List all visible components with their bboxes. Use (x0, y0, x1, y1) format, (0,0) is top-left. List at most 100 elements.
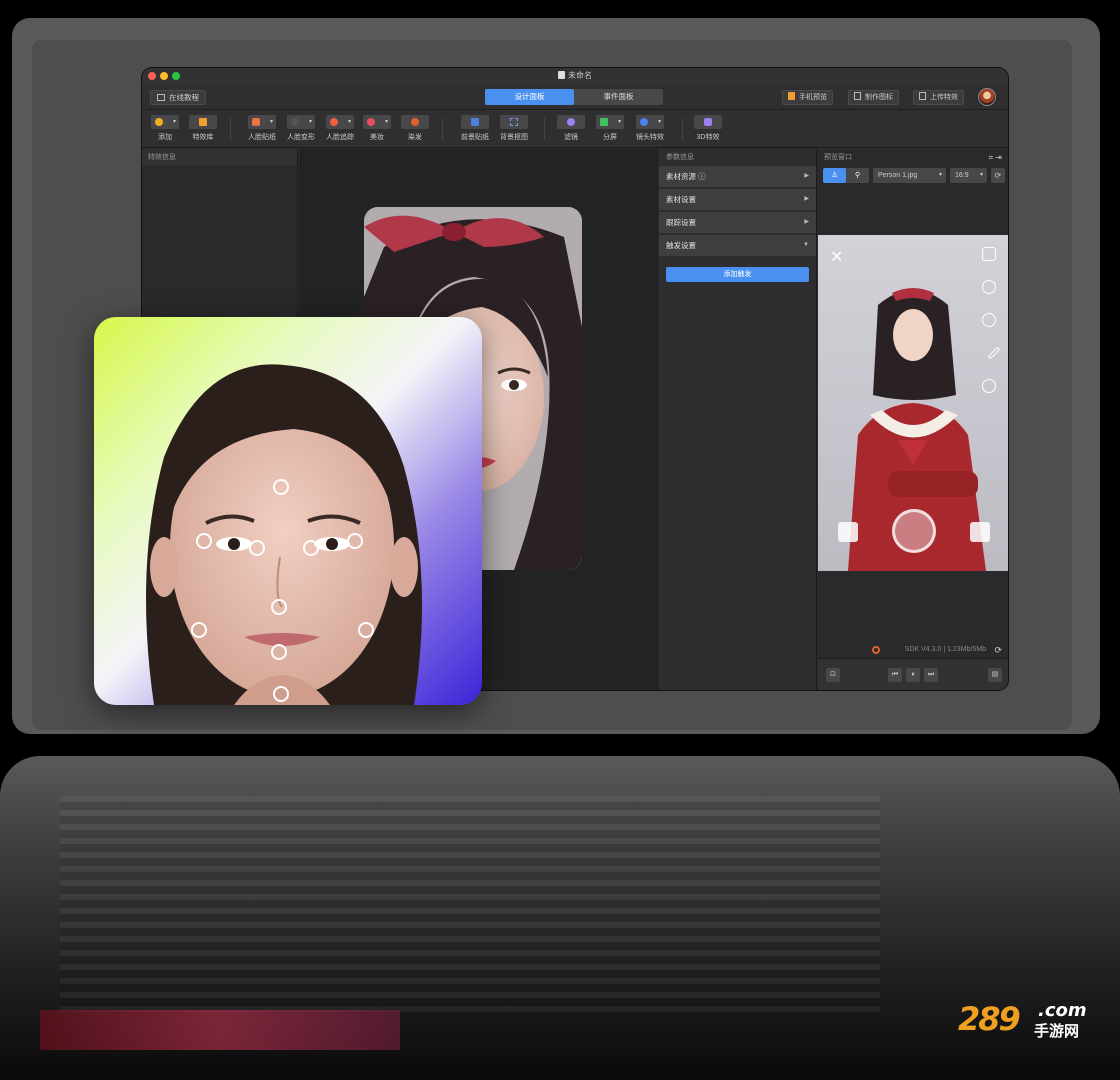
tab-design-panel[interactable]: 设计面板 (485, 89, 574, 105)
toolbar-divider (442, 118, 443, 140)
tool-face-deform[interactable]: ▾ 人脸变形 (284, 115, 318, 142)
gallery-thumbnail[interactable] (838, 522, 858, 542)
tab-event-panel[interactable]: 事件面板 (574, 89, 663, 105)
site-watermark-logo: 289 .com 手游网 (958, 1000, 1098, 1044)
landmark-nose[interactable] (271, 599, 287, 615)
document-icon (558, 71, 565, 79)
watermark-site-name: 手游网 (1034, 1022, 1080, 1040)
tool-foreground-sticker[interactable]: 前景贴纸 (458, 115, 492, 142)
upload-effect-button[interactable]: 上传特效 (913, 90, 964, 105)
landmark-left-cheek[interactable] (191, 622, 207, 638)
collapse-arrow-icon: ▼ (803, 242, 809, 248)
tool-hair-dye[interactable]: 染发 (400, 115, 430, 142)
tool-filter-label: 滤镜 (564, 134, 578, 141)
3d-effect-icon (704, 118, 712, 126)
tool-effect-library-label: 特效库 (192, 134, 214, 141)
preview-header: 预览窗口 ⌗ ⇥ (818, 149, 1008, 166)
person-icon[interactable]: ♙ (823, 168, 846, 183)
tool-makeup[interactable]: ▾ 美妆 (363, 115, 391, 142)
add-trigger-button[interactable]: 添加触发 (666, 267, 809, 282)
effects-thumbnail[interactable] (970, 522, 990, 542)
window-title-text: 未命名 (568, 71, 592, 80)
preview-header-label: 预览窗口 (824, 154, 852, 161)
image-icon (854, 92, 861, 100)
landmark-left-eye-inner[interactable] (249, 540, 265, 556)
refresh-icon[interactable]: ⟳ (991, 168, 1005, 183)
toolbar-divider (682, 118, 683, 140)
landmark-left-eye-outer[interactable] (196, 533, 212, 549)
tool-face-deform-label: 人脸变形 (287, 134, 315, 141)
preview-file-select[interactable]: Person 1.jpg ▾ (873, 168, 946, 183)
landmark-forehead[interactable] (273, 479, 289, 495)
landmark-chin[interactable] (273, 686, 289, 702)
stopwatch-icon[interactable] (982, 379, 996, 393)
face-landmark-card (94, 317, 482, 705)
tool-foreground-sticker-label: 前景贴纸 (461, 134, 489, 141)
location-pin-icon[interactable]: ⚲ (846, 168, 869, 183)
split-screen-icon (600, 118, 608, 126)
section-material-resources[interactable]: 素材资源 ⓘ ▶ (659, 166, 816, 187)
makeup-icon (367, 118, 375, 126)
tool-effect-library[interactable]: 特效库 (187, 115, 219, 142)
close-icon[interactable]: ✕ (830, 247, 843, 267)
face-landmark-illustration (146, 364, 422, 705)
tool-background-matting[interactable]: 背景抠图 (497, 115, 531, 142)
face-deform-icon (291, 118, 299, 126)
landmark-right-eye-inner[interactable] (303, 540, 319, 556)
preview-file-select-value: Person 1.jpg (878, 172, 918, 179)
previous-icon[interactable]: ⏮ (888, 668, 902, 682)
tool-filter[interactable]: 滤镜 (557, 115, 585, 142)
beauty-icon[interactable] (982, 313, 996, 327)
tool-split-screen-label: 分屏 (603, 134, 617, 141)
section-trigger-settings-label: 触发设置 (666, 241, 696, 250)
section-material-settings[interactable]: 素材设置 ▶ (659, 189, 816, 210)
phone-icon (788, 92, 795, 100)
add-icon (155, 118, 163, 126)
tool-add-label: 添加 (158, 134, 172, 141)
tool-background-matting-label: 背景抠图 (500, 134, 528, 141)
pause-icon[interactable]: ⏸ (906, 668, 920, 682)
tool-add[interactable]: ▾ 添加 (150, 115, 180, 142)
tool-lens-effect[interactable]: ▾ 镜头特效 (632, 115, 668, 142)
make-icon-button[interactable]: 制作图标 (848, 90, 899, 105)
tool-face-sticker-label: 人脸贴纸 (248, 134, 276, 141)
section-trigger-settings[interactable]: 触发设置 ▼ (659, 235, 816, 256)
face-track-icon (330, 118, 338, 126)
landmark-right-cheek[interactable] (358, 622, 374, 638)
library-icon (199, 118, 207, 126)
document-icon[interactable]: ▤ (988, 668, 1002, 682)
shutter-button[interactable] (892, 509, 936, 553)
chevron-down-icon: ▾ (979, 172, 983, 178)
background-matting-icon (510, 118, 518, 126)
phone-preview-screen: ✕ (818, 235, 1008, 571)
section-tracking-settings[interactable]: 跟踪设置 ▶ (659, 212, 816, 233)
watermark-number: 289 (958, 1000, 1021, 1038)
preview-panel: 预览窗口 ⌗ ⇥ ♙ ⚲ Person 1.jpg ▾ 16:9 ▾ ⟳ ✕ S… (818, 149, 1008, 690)
tool-3d-effect-label: 3D特效 (696, 134, 720, 141)
camera-switch-icon[interactable] (982, 247, 996, 261)
reload-icon[interactable]: ⟳ (994, 643, 1002, 657)
online-tutorial-button[interactable]: 在线教程 (150, 90, 206, 105)
parameter-panel: 参数信息 素材资源 ⓘ ▶ 素材设置 ▶ 跟踪设置 ▶ 触发设置 ▼ 添加触发 (659, 149, 817, 690)
tool-face-sticker[interactable]: ▾ 人脸贴纸 (245, 115, 279, 142)
expand-arrow-icon: ▶ (804, 196, 809, 202)
sdk-status-text: SDK V4.3.0 | 1.23Mb/5Mb (904, 646, 986, 653)
tool-3d-effect[interactable]: 3D特效 (692, 115, 724, 142)
effect-info-header: 特效信息 (142, 149, 297, 166)
preview-playback-bar: ⊡ ⏮ ⏸ ⏭ ▤ (818, 658, 1008, 690)
landmark-right-eye-outer[interactable] (347, 533, 363, 549)
aspect-ratio-select[interactable]: 16:9 ▾ (950, 168, 987, 183)
toolbar-divider (230, 118, 231, 140)
window-title: 未命名 (142, 70, 1008, 81)
timer-icon[interactable] (982, 280, 996, 294)
export-icon[interactable]: ⊡ (826, 668, 840, 682)
next-icon[interactable]: ⏭ (924, 668, 938, 682)
screenshot-stage: 未命名 在线教程 设计面板 事件面板 手机预览 制作图标 上传特效 ▾ 添加 特… (0, 0, 1120, 1080)
tool-split-screen[interactable]: ▾ 分屏 (595, 115, 625, 142)
landmark-mouth[interactable] (271, 644, 287, 660)
user-avatar[interactable] (978, 88, 996, 106)
tool-face-track[interactable]: ▾ 人脸追踪 (323, 115, 357, 142)
hair-dye-icon (411, 118, 419, 126)
crop-icon[interactable]: ⌗ ⇥ (989, 149, 1002, 166)
phone-preview-button[interactable]: 手机预览 (782, 90, 833, 105)
